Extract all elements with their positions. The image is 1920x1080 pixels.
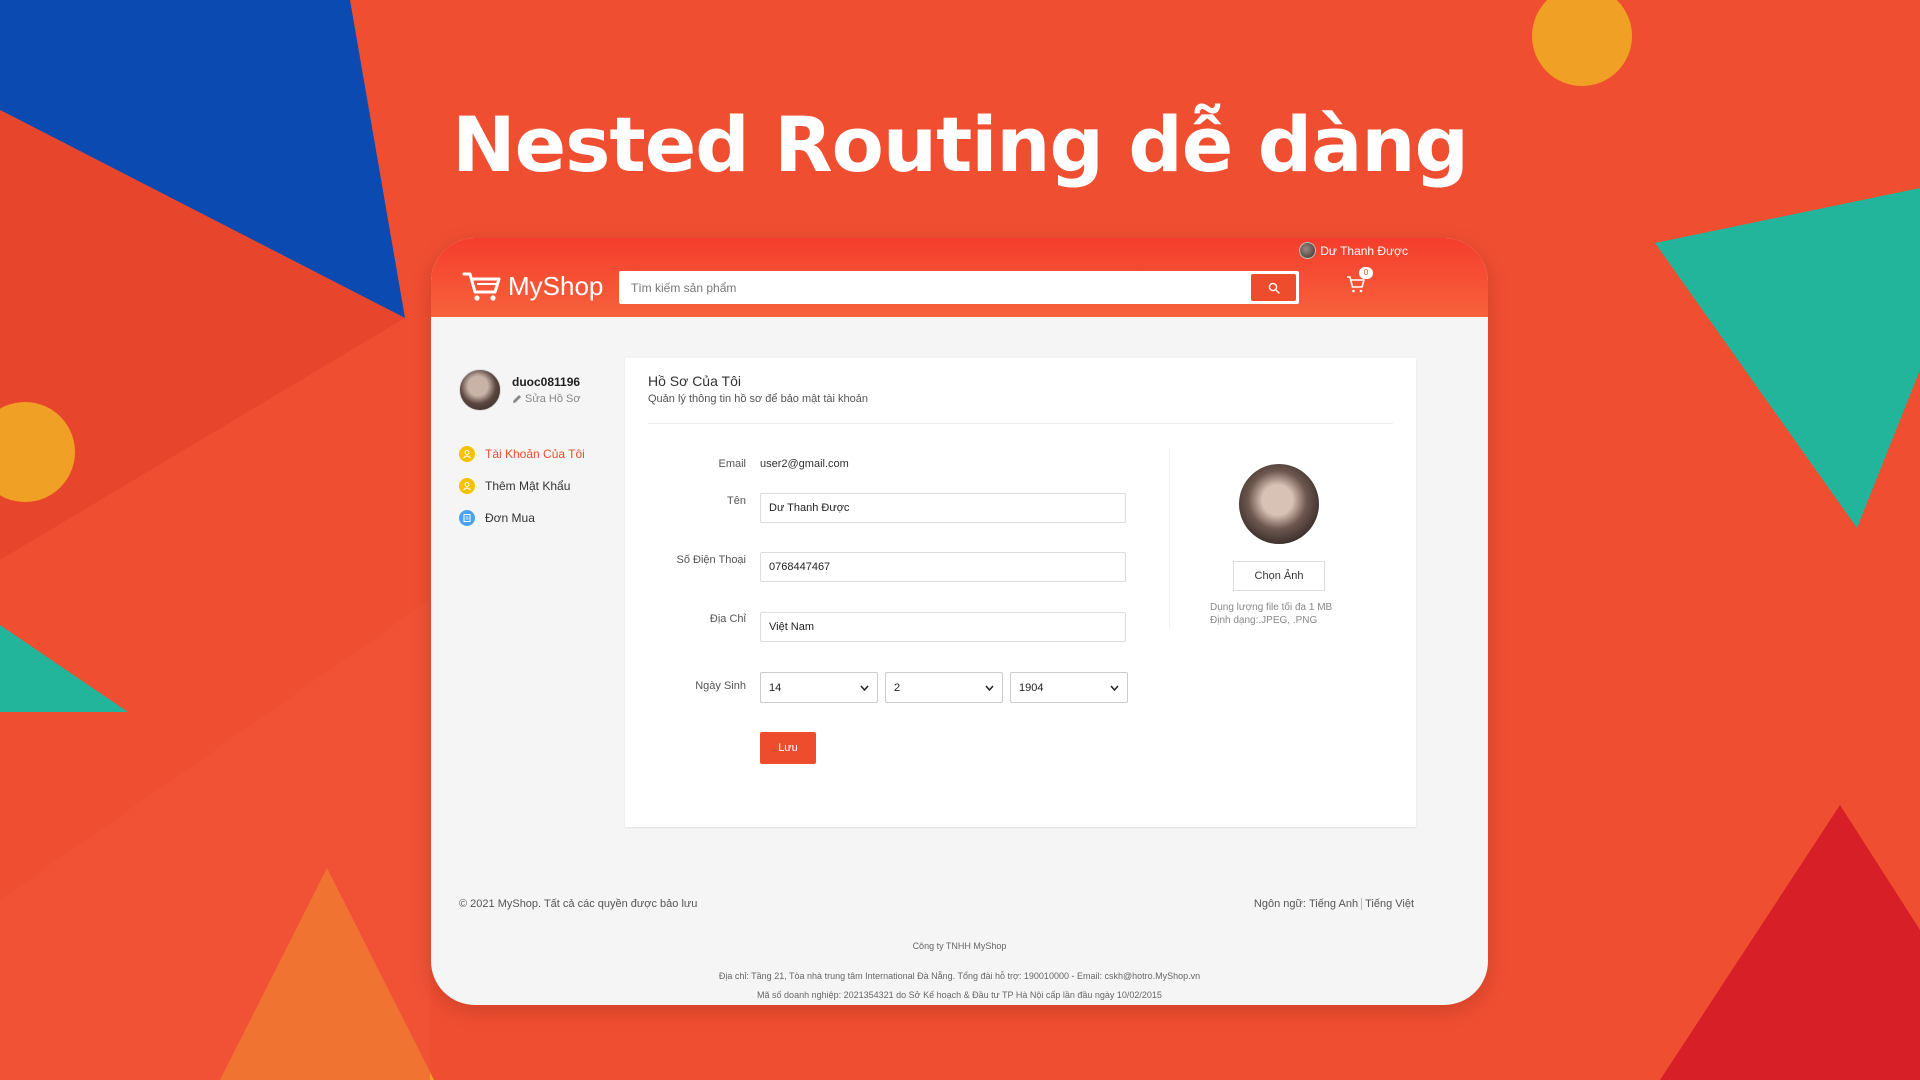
- profile-card: Hồ Sơ Của Tôi Quản lý thông tin hồ sơ để…: [625, 358, 1416, 827]
- header-bar: Dư Thanh Được MyShop Tìm kiếm sản phẩm 0: [431, 238, 1488, 317]
- red-triangle: [1660, 805, 1920, 1080]
- cart-logo-icon: [462, 272, 501, 301]
- edit-profile-link[interactable]: Sửa Hồ Sơ: [512, 393, 581, 405]
- sidebar-profile: duoc081196 Sửa Hồ Sơ: [459, 369, 609, 411]
- sidebar-item-add-password[interactable]: Thêm Mật Khẩu: [459, 470, 609, 502]
- name-field[interactable]: [760, 493, 1126, 523]
- sidebar-menu: Tài Khoản Của Tôi Thêm Mật Khẩu Đơn Mua: [459, 438, 609, 534]
- page-title: Hồ Sơ Của Tôi: [648, 373, 741, 389]
- vertical-divider: [1169, 448, 1170, 628]
- chevron-down-icon: [1110, 685, 1119, 691]
- footer-business-id: Mã số doanh nghiệp: 2021354321 do Sở Kế …: [757, 990, 1162, 1000]
- header-user[interactable]: Dư Thanh Được: [1299, 242, 1408, 259]
- dob-month-value: 2: [894, 681, 901, 694]
- email-value: user2@gmail.com: [760, 458, 849, 470]
- sidebar-item-label: Đơn Mua: [485, 511, 535, 525]
- phone-field[interactable]: [760, 552, 1126, 582]
- cart-count-badge: 0: [1359, 267, 1373, 279]
- save-button[interactable]: Lưu: [760, 732, 816, 764]
- address-label: Địa Chỉ: [709, 613, 746, 625]
- yellow-circle-top: [1532, 0, 1632, 86]
- user-icon: [459, 446, 475, 462]
- language-label: Ngôn ngữ:: [1253, 898, 1306, 910]
- teal-triangle-right: [1655, 188, 1920, 528]
- user-icon: [459, 478, 475, 494]
- sidebar-item-orders[interactable]: Đơn Mua: [459, 502, 609, 534]
- logo-text: MyShop: [508, 270, 604, 301]
- dob-label: Ngày Sinh: [695, 680, 746, 692]
- footer-copyright: © 2021 MyShop. Tất cả các quyền được bảo…: [459, 898, 698, 910]
- file-size-note: Dụng lượng file tối đa 1 MB: [1210, 602, 1333, 613]
- headline: Nested Routing dễ dàng: [452, 100, 1469, 189]
- chevron-down-icon: [860, 685, 869, 691]
- dob-year-select[interactable]: 1904: [1010, 672, 1128, 703]
- file-format-note: Định dạng:.JPEG, .PNG: [1210, 615, 1318, 626]
- order-icon: [459, 510, 475, 526]
- email-label: Email: [718, 458, 746, 470]
- dob-day-select[interactable]: 14: [760, 672, 878, 703]
- sidebar: duoc081196 Sửa Hồ Sơ Tài Khoản Của Tôi T…: [459, 369, 609, 534]
- search-icon: [1268, 282, 1280, 294]
- lang-vi-link[interactable]: Tiếng Việt: [1365, 898, 1414, 910]
- dob-year-value: 1904: [1019, 681, 1044, 694]
- choose-image-button[interactable]: Chọn Ảnh: [1233, 561, 1325, 591]
- dob-day-value: 14: [769, 681, 782, 694]
- sidebar-item-my-account[interactable]: Tài Khoản Của Tôi: [459, 438, 609, 470]
- sidebar-item-label: Thêm Mật Khẩu: [485, 479, 571, 493]
- search-bar: [619, 271, 1299, 304]
- image-requirements: Dụng lượng file tối đa 1 MB Định dạng:.J…: [1210, 601, 1332, 627]
- language-switcher: Ngôn ngữ: Tiếng Anh Tiếng Việt: [1254, 898, 1414, 910]
- teal-triangle-left: [0, 625, 128, 712]
- chevron-down-icon: [985, 685, 994, 691]
- profile-picture: [1239, 464, 1319, 544]
- address-field[interactable]: [760, 612, 1126, 642]
- edit-profile-label: Sửa Hồ Sơ: [525, 393, 581, 405]
- footer-company: Công ty TNHH MyShop: [912, 941, 1007, 951]
- logo[interactable]: MyShop: [462, 270, 603, 302]
- sidebar-item-label: Tài Khoản Của Tôi: [485, 447, 585, 461]
- phone-label: Số Điện Thoại: [676, 554, 746, 566]
- page-subtitle: Quản lý thông tin hồ sơ để bảo mật tài k…: [648, 393, 869, 405]
- app-window: Dư Thanh Được MyShop Tìm kiếm sản phẩm 0…: [431, 238, 1488, 1005]
- pencil-icon: [513, 395, 521, 403]
- name-label: Tên: [727, 495, 746, 507]
- lang-en-link[interactable]: Tiếng Anh: [1309, 898, 1358, 910]
- footer-address: Địa chỉ: Tầng 21, Tòa nhà trung tâm Inte…: [718, 971, 1201, 981]
- dob-month-select[interactable]: 2: [885, 672, 1003, 703]
- sidebar-username: duoc081196: [512, 375, 581, 389]
- header-user-name: Dư Thanh Được: [1320, 243, 1408, 258]
- separator: [1361, 898, 1363, 910]
- avatar: [459, 369, 501, 411]
- search-input[interactable]: [623, 274, 1249, 301]
- divider: [648, 423, 1393, 424]
- search-button[interactable]: [1251, 274, 1296, 301]
- cart-button[interactable]: 0: [1346, 267, 1373, 298]
- header-avatar: [1299, 242, 1317, 259]
